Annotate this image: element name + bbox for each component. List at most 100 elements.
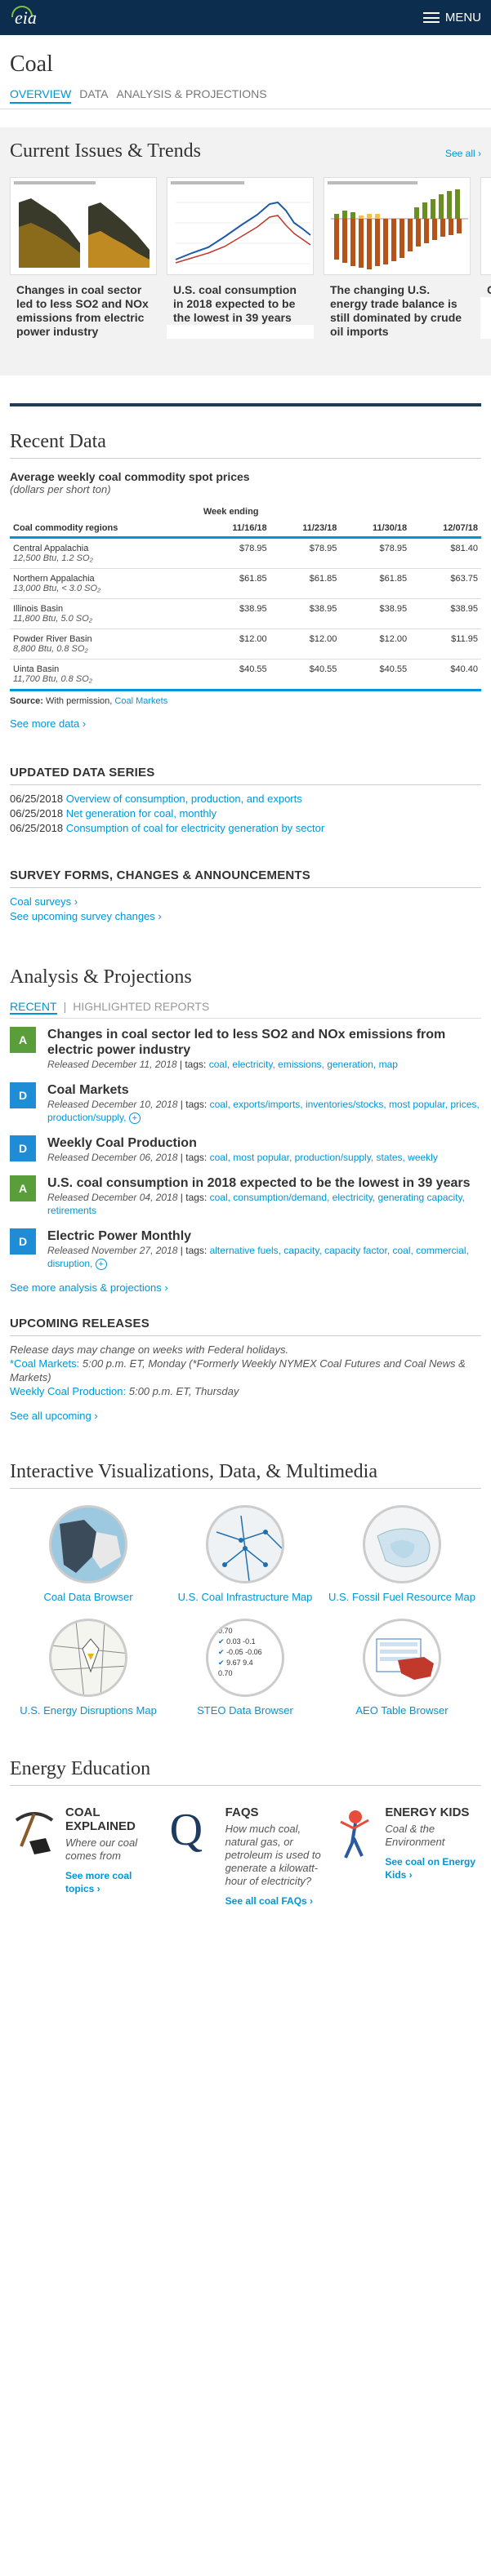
weekly-production-release-link[interactable]: Weekly Coal Production: — [10, 1385, 126, 1397]
table-row: Powder River Basin 8,800 Btu, 0.8 SO₂ $12… — [10, 628, 481, 660]
table-row: Northern Appalachia 13,000 Btu, < 3.0 SO₂… — [10, 568, 481, 599]
coal-infrastructure-map-icon — [206, 1505, 284, 1583]
report-title[interactable]: Electric Power Monthly — [47, 1228, 481, 1244]
trend-card[interactable]: Changes in coal sector led to less SO2 a… — [10, 177, 157, 339]
analysis-badge: A — [10, 1175, 36, 1201]
update-item: 06/25/2018 Overview of consumption, prod… — [10, 792, 481, 806]
report-title[interactable]: Coal Markets — [47, 1082, 481, 1098]
see-all-coal-faqs-link[interactable]: See all coal FAQs › — [225, 1895, 313, 1907]
energy-kids-mascot-icon — [329, 1805, 378, 1863]
edu-title: COAL EXPLAINED — [65, 1805, 136, 1833]
region-spec: 11,800 Btu, 5.0 SO₂ — [13, 614, 92, 624]
current-issues-section: Current Issues & Trends See all › Change… — [0, 127, 491, 375]
viz-label: Coal Data Browser — [43, 1591, 133, 1603]
upcoming-releases-heading: UPCOMING RELEASES — [10, 1317, 150, 1330]
price-cell: $40.55 — [270, 659, 341, 691]
divider — [10, 784, 481, 785]
energy-disruptions-map-icon — [49, 1619, 127, 1697]
update-date: 06/25/2018 — [10, 807, 64, 819]
edu-description: Coal & the Environment — [385, 1823, 445, 1848]
price-cell: $38.95 — [340, 598, 411, 629]
report-tags[interactable]: coal, most popular, production/supply, s… — [210, 1152, 438, 1163]
trend-card-title: U.S. coal consumption in 2018 expected t… — [167, 275, 314, 325]
trend-card-title: The changing U.S. energy trade balance i… — [324, 275, 471, 339]
see-coal-on-energy-kids-link[interactable]: See coal on Energy Kids › — [385, 1856, 475, 1881]
viz-item-coal-data-browser[interactable]: Coal Data Browser — [10, 1505, 167, 1604]
see-more-coal-topics-link[interactable]: See more coal topics › — [65, 1870, 132, 1894]
section-heading: Interactive Visualizations, Data, & Mult… — [10, 1461, 377, 1482]
steo-value: -0.1 — [243, 1637, 256, 1646]
fossil-fuel-resource-map-icon — [363, 1505, 441, 1583]
coal-surveys-link[interactable]: Coal surveys › — [10, 895, 78, 908]
update-link[interactable]: Overview of consumption, production, and… — [66, 793, 302, 805]
tags-label: tags: — [185, 1059, 207, 1070]
see-all-link[interactable]: See all › — [445, 148, 481, 159]
hamburger-icon — [422, 12, 440, 23]
viz-label: AEO Table Browser — [355, 1704, 449, 1717]
sub-navigation: OVERVIEW DATA ANALYSIS & PROJECTIONS — [0, 87, 491, 109]
table-subtitle: (dollars per short ton) — [10, 483, 111, 495]
report-tags[interactable]: coal, electricity, emissions, generation… — [209, 1059, 398, 1070]
viz-label: U.S. Energy Disruptions Map — [20, 1704, 157, 1717]
report-title[interactable]: U.S. coal consumption in 2018 expected t… — [47, 1175, 481, 1191]
trend-card[interactable]: U.S. coal consumption in 2018 expected t… — [167, 177, 314, 339]
tab-highlighted-reports[interactable]: HIGHLIGHTED REPORTS — [73, 1000, 209, 1015]
viz-item-coal-infrastructure-map[interactable]: U.S. Coal Infrastructure Map — [167, 1505, 324, 1604]
column-header: Coal commodity regions — [13, 523, 118, 533]
see-more-analysis-link[interactable]: See more analysis & projections › — [10, 1281, 168, 1294]
trend-card[interactable]: C — [480, 177, 491, 339]
upcoming-survey-changes-link[interactable]: See upcoming survey changes › — [10, 910, 162, 922]
top-bar: eia MENU — [0, 0, 491, 35]
price-cell: $61.85 — [270, 568, 341, 599]
viz-item-energy-disruptions-map[interactable]: U.S. Energy Disruptions Map — [10, 1619, 167, 1717]
price-cell: $40.55 — [340, 659, 411, 691]
region-spec: 13,000 Btu, < 3.0 SO₂ — [13, 584, 101, 593]
coal-markets-release-link[interactable]: *Coal Markets: — [10, 1357, 79, 1370]
trend-card-title: Changes in coal sector led to less SO2 a… — [10, 275, 157, 339]
update-date: 06/25/2018 — [10, 822, 64, 834]
tab-data[interactable]: DATA — [79, 87, 108, 104]
tab-analysis-projections[interactable]: ANALYSIS & PROJECTIONS — [116, 87, 266, 104]
viz-item-steo-data-browser[interactable]: 0.70 ✔ 0.03 -0.1 ✔ -0.05 -0.06 ✔ 9.67 9.… — [167, 1619, 324, 1717]
price-cell: $38.95 — [410, 598, 481, 629]
more-tags-icon[interactable]: + — [128, 1113, 141, 1124]
steo-value: 9.67 — [226, 1659, 241, 1667]
column-header: 11/16/18 — [232, 523, 267, 533]
report-title[interactable]: Changes in coal sector led to less SO2 a… — [47, 1027, 481, 1058]
steo-value: 0.70 — [218, 1669, 233, 1677]
edu-item-faqs: Q FAQS How much coal, natural gas, or pe… — [170, 1805, 322, 1908]
report-item: D Weekly Coal Production Released Decemb… — [10, 1135, 481, 1164]
trend-card[interactable]: The changing U.S. energy trade balance i… — [324, 177, 471, 339]
region-name: Uinta Basin — [13, 664, 60, 674]
edu-item-energy-kids: ENERGY KIDS Coal & the Environment See c… — [329, 1805, 481, 1908]
update-link[interactable]: Net generation for coal, monthly — [66, 807, 216, 819]
see-all-upcoming-link[interactable]: See all upcoming › — [10, 1410, 98, 1422]
price-cell: $81.40 — [410, 537, 481, 569]
logo-text: eia — [15, 7, 37, 28]
tab-recent[interactable]: RECENT — [10, 1000, 57, 1015]
viz-item-fossil-fuel-resource-map[interactable]: U.S. Fossil Fuel Resource Map — [324, 1505, 480, 1604]
coal-markets-link[interactable]: Coal Markets — [114, 696, 167, 706]
price-cell: $12.00 — [199, 628, 270, 660]
update-date: 06/25/2018 — [10, 793, 64, 805]
steo-value: 0.70 — [218, 1627, 233, 1635]
report-item: D Coal Markets Released December 10, 201… — [10, 1082, 481, 1124]
release-note: Release days may change on weeks with Fe… — [10, 1344, 289, 1356]
see-more-data-link[interactable]: See more data › — [10, 717, 86, 730]
survey-heading: SURVEY FORMS, CHANGES & ANNOUNCEMENTS — [10, 868, 310, 882]
tab-overview[interactable]: OVERVIEW — [10, 87, 72, 104]
viz-item-aeo-table-browser[interactable]: AEO Table Browser — [324, 1619, 480, 1717]
update-link[interactable]: Consumption of coal for electricity gene… — [66, 822, 325, 834]
price-cell: $40.40 — [410, 659, 481, 691]
menu-button[interactable]: MENU — [422, 11, 481, 24]
more-tags-icon[interactable]: + — [95, 1259, 107, 1270]
section-heading: Analysis & Projections — [10, 966, 192, 988]
analysis-section: Analysis & Projections RECENT | HIGHLIGH… — [0, 966, 491, 1422]
eia-logo[interactable]: eia — [10, 5, 46, 30]
price-cell: $61.85 — [340, 568, 411, 599]
report-title[interactable]: Weekly Coal Production — [47, 1135, 438, 1151]
price-cell: $12.00 — [340, 628, 411, 660]
section-heading: Recent Data — [10, 431, 106, 452]
analysis-tabs: RECENT | HIGHLIGHTED REPORTS — [10, 1000, 481, 1019]
update-item: 06/25/2018 Net generation for coal, mont… — [10, 806, 481, 821]
